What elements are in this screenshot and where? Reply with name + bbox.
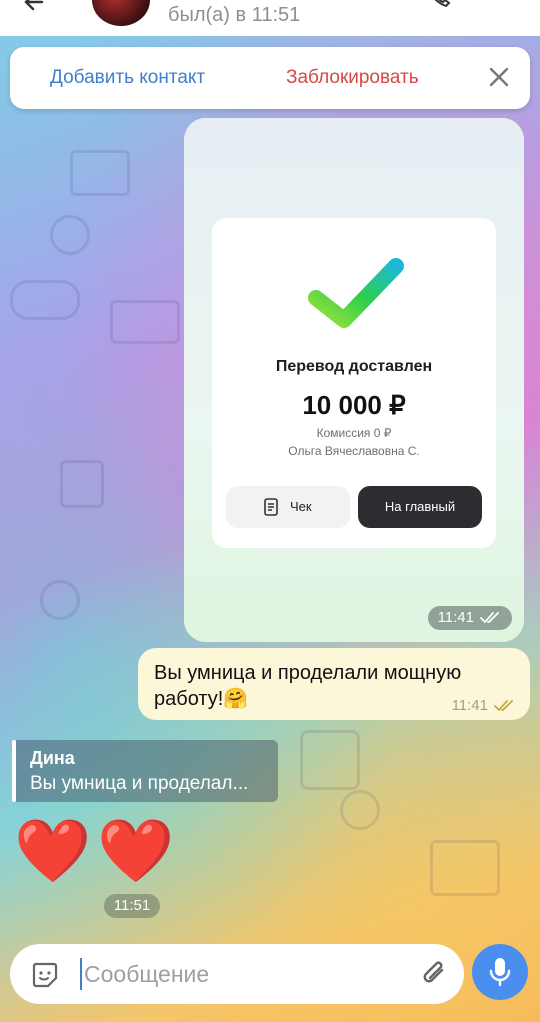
contact-action-bar: Добавить контакт Заблокировать bbox=[10, 47, 530, 109]
voice-record-button[interactable] bbox=[472, 944, 528, 1000]
wallpaper-doodle bbox=[50, 215, 90, 255]
home-button: На главный bbox=[358, 486, 482, 528]
transfer-recipient: Ольга Вячеславовна С. bbox=[288, 444, 420, 458]
wallpaper-doodle bbox=[340, 790, 380, 830]
transfer-status-title: Перевод доставлен bbox=[275, 358, 433, 375]
avatar[interactable] bbox=[92, 0, 150, 26]
heart-emoji-message[interactable]: ❤️❤️ bbox=[14, 816, 180, 888]
document-icon bbox=[264, 498, 278, 516]
reply-author: Дина bbox=[30, 748, 75, 768]
message-timestamp: 11:41 bbox=[452, 697, 516, 714]
wallpaper-doodle bbox=[70, 150, 130, 196]
text-cursor bbox=[80, 958, 82, 990]
double-check-icon bbox=[494, 699, 513, 711]
message-input[interactable] bbox=[84, 952, 384, 996]
phone-icon[interactable] bbox=[428, 0, 452, 10]
transfer-fee: Комиссия 0 ₽ bbox=[316, 426, 392, 440]
attach-icon[interactable] bbox=[420, 958, 450, 990]
photo-message[interactable]: Перевод доставлен 10 000 ₽ Комиссия 0 ₽ … bbox=[184, 118, 524, 642]
back-arrow-icon[interactable] bbox=[22, 0, 46, 14]
close-icon[interactable] bbox=[488, 66, 510, 88]
chat-header: был(а) в 11:51 bbox=[0, 0, 540, 36]
wallpaper-doodle bbox=[10, 280, 80, 320]
message-composer bbox=[10, 944, 464, 1004]
transfer-amount: 10 000 ₽ bbox=[302, 390, 406, 420]
message-timestamp: 11:51 bbox=[104, 894, 160, 918]
reply-accent-bar bbox=[12, 740, 16, 802]
receipt-button-label: Чек bbox=[290, 499, 312, 514]
wallpaper-doodle bbox=[60, 460, 104, 508]
microphone-icon bbox=[489, 958, 511, 987]
wallpaper-doodle bbox=[430, 840, 500, 896]
last-seen-status: был(а) в 11:51 bbox=[168, 4, 301, 26]
reply-quote[interactable]: Дина Вы умница и проделал... bbox=[12, 740, 278, 802]
wallpaper-doodle bbox=[300, 730, 360, 790]
double-check-icon bbox=[480, 612, 499, 624]
checkmark-icon bbox=[308, 258, 404, 328]
outgoing-message[interactable]: Вы умница и проделали мощную работу!🤗 11… bbox=[138, 648, 530, 720]
message-timestamp: 11:41 bbox=[427, 606, 512, 630]
transfer-receipt-card: Перевод доставлен 10 000 ₽ Комиссия 0 ₽ … bbox=[212, 218, 496, 548]
wallpaper-doodle bbox=[40, 580, 80, 620]
out-time-text: 11:41 bbox=[451, 697, 488, 714]
wallpaper-doodle bbox=[110, 300, 180, 344]
home-button-label: На главный bbox=[384, 499, 456, 514]
receipt-button: Чек bbox=[226, 486, 350, 528]
reply-snippet: Вы умница и проделал... bbox=[30, 773, 249, 794]
add-contact-button[interactable]: Добавить контакт bbox=[50, 67, 205, 89]
sticker-icon[interactable] bbox=[30, 960, 60, 990]
photo-time-text: 11:41 bbox=[437, 609, 474, 626]
block-user-button[interactable]: Заблокировать bbox=[286, 67, 419, 89]
